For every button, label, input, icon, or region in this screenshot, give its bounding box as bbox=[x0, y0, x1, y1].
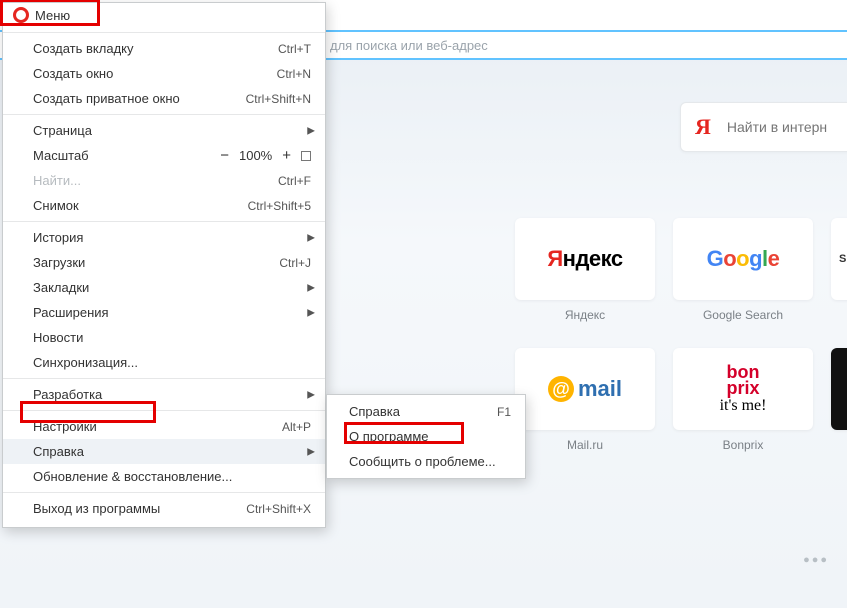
tile-caption: Mail.ru bbox=[515, 430, 655, 448]
menu-sync[interactable]: Синхронизация... bbox=[3, 350, 325, 375]
main-menu: Меню Создать вкладку Ctrl+T Создать окно… bbox=[2, 2, 326, 528]
menu-new-tab[interactable]: Создать вкладку Ctrl+T bbox=[3, 36, 325, 61]
menu-bookmarks[interactable]: Закладки ▶ bbox=[3, 275, 325, 300]
chevron-right-icon: ▶ bbox=[307, 446, 315, 457]
menu-extensions[interactable]: Расширения ▶ bbox=[3, 300, 325, 325]
tile-caption: Bonprix bbox=[673, 430, 813, 448]
chevron-right-icon: ▶ bbox=[307, 232, 315, 243]
menu-news[interactable]: Новости bbox=[3, 325, 325, 350]
menu-history[interactable]: История ▶ bbox=[3, 225, 325, 250]
bonprix-word-icon: bon prix it's me! bbox=[720, 364, 767, 414]
menu-find: Найти... Ctrl+F bbox=[3, 168, 325, 193]
mailru-word-icon: @ mail bbox=[548, 376, 622, 402]
yandex-logo-icon: Я bbox=[695, 114, 711, 140]
menu-settings[interactable]: Настройки Alt+P bbox=[3, 414, 325, 439]
menu-help[interactable]: Справка ▶ bbox=[3, 439, 325, 464]
menu-zoom: Масштаб − 100% + bbox=[3, 143, 325, 168]
tile-google[interactable]: Google bbox=[673, 218, 813, 300]
tile-yandex[interactable]: Яндекс bbox=[515, 218, 655, 300]
search-input[interactable] bbox=[727, 119, 847, 135]
chevron-right-icon: ▶ bbox=[307, 282, 315, 293]
zoom-out-button[interactable]: − bbox=[220, 148, 229, 163]
chevron-right-icon: ▶ bbox=[307, 389, 315, 400]
tile-bonprix[interactable]: bon prix it's me! bbox=[673, 348, 813, 430]
help-submenu: Справка F1 О программе Сообщить о пробле… bbox=[326, 394, 526, 479]
submenu-help[interactable]: Справка F1 bbox=[327, 399, 525, 424]
menu-downloads[interactable]: Загрузки Ctrl+J bbox=[3, 250, 325, 275]
shortcut-label: Ctrl+Shift+5 bbox=[248, 199, 311, 213]
submenu-report-problem[interactable]: Сообщить о проблеме... bbox=[327, 449, 525, 474]
shortcut-label: Ctrl+Shift+X bbox=[246, 502, 311, 516]
amazon-word-icon: S bbox=[839, 253, 846, 265]
menu-header[interactable]: Меню bbox=[3, 3, 325, 29]
shortcut-label: F1 bbox=[497, 405, 511, 419]
at-icon: @ bbox=[548, 376, 574, 402]
zoom-in-button[interactable]: + bbox=[282, 148, 291, 163]
shortcut-label: Ctrl+T bbox=[278, 42, 311, 56]
tile-caption: Google Search bbox=[673, 300, 813, 318]
tile-mailru[interactable]: @ mail bbox=[515, 348, 655, 430]
chevron-right-icon: ▶ bbox=[307, 307, 315, 318]
yandex-search-box[interactable]: Я bbox=[680, 102, 847, 152]
menu-new-private-window[interactable]: Создать приватное окно Ctrl+Shift+N bbox=[3, 86, 325, 111]
customize-dots-icon[interactable]: ●●● bbox=[803, 554, 829, 566]
menu-developer[interactable]: Разработка ▶ bbox=[3, 382, 325, 407]
speed-dial-grid: Яндекс Google S Яндекс Google Search @ m… bbox=[515, 218, 847, 448]
zoom-value: 100% bbox=[239, 149, 272, 162]
fullscreen-icon[interactable] bbox=[301, 151, 311, 161]
yandex-word-icon: Яндекс bbox=[547, 246, 622, 272]
tile-caption: Яндекс bbox=[515, 300, 655, 318]
shortcut-label: Ctrl+Shift+N bbox=[246, 92, 311, 106]
menu-new-window[interactable]: Создать окно Ctrl+N bbox=[3, 61, 325, 86]
address-bar-placeholder: для поиска или веб-адрес bbox=[330, 38, 488, 53]
menu-update-restore[interactable]: Обновление & восстановление... bbox=[3, 464, 325, 489]
shortcut-label: Alt+P bbox=[282, 420, 311, 434]
google-word-icon: Google bbox=[707, 246, 780, 272]
menu-snapshot[interactable]: Снимок Ctrl+Shift+5 bbox=[3, 193, 325, 218]
shortcut-label: Ctrl+N bbox=[277, 67, 311, 81]
menu-exit[interactable]: Выход из программы Ctrl+Shift+X bbox=[3, 496, 325, 521]
tile-dark[interactable] bbox=[831, 348, 847, 430]
menu-title: Меню bbox=[35, 8, 70, 23]
submenu-about[interactable]: О программе bbox=[327, 424, 525, 449]
opera-icon bbox=[13, 7, 29, 23]
shortcut-label: Ctrl+J bbox=[279, 256, 311, 270]
zoom-label: Масштаб bbox=[33, 148, 89, 163]
tile-amazon[interactable]: S bbox=[831, 218, 847, 300]
menu-page[interactable]: Страница ▶ bbox=[3, 118, 325, 143]
shortcut-label: Ctrl+F bbox=[278, 174, 311, 188]
chevron-right-icon: ▶ bbox=[307, 125, 315, 136]
